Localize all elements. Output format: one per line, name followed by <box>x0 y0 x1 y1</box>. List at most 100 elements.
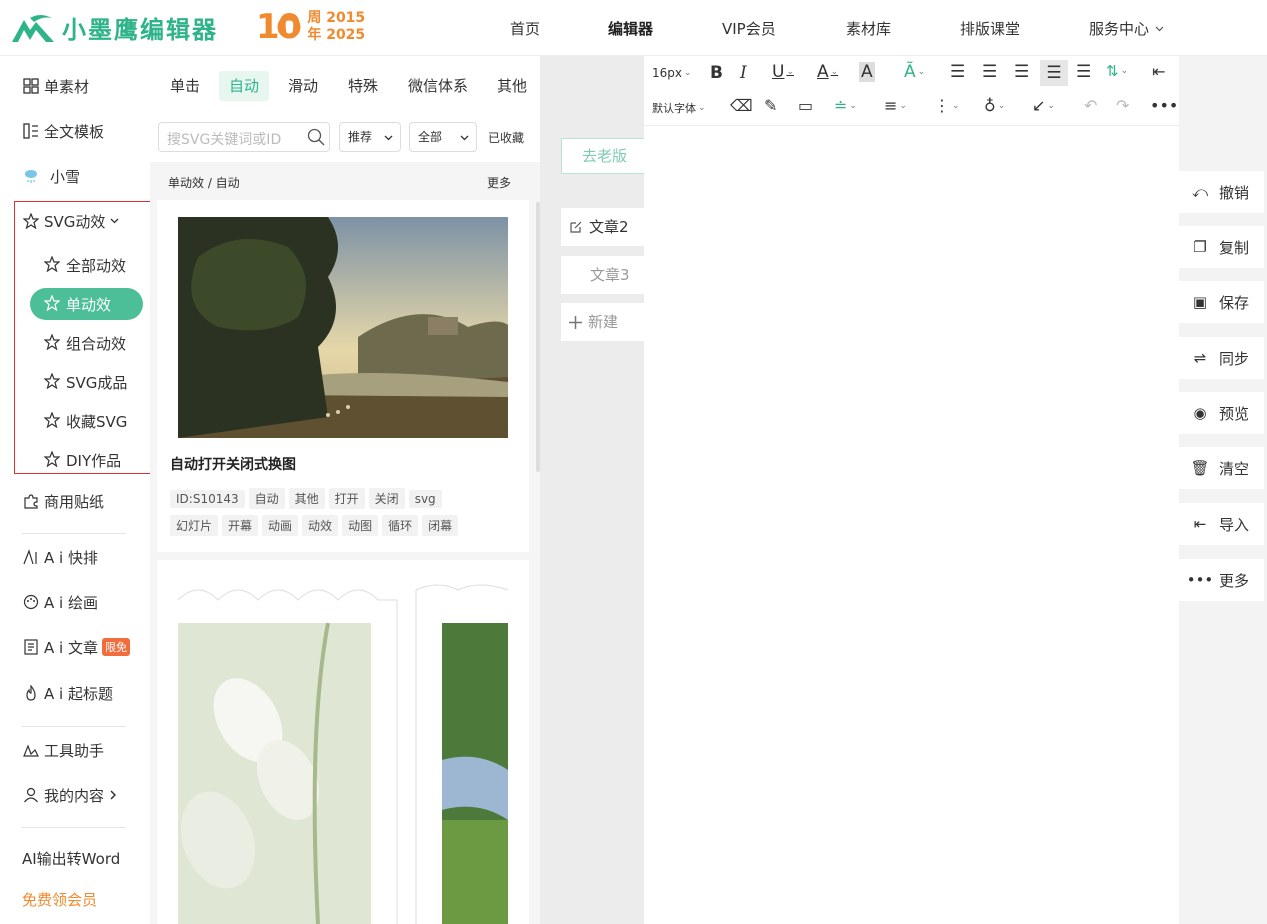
save-button[interactable]: ▣ 保存 <box>1179 281 1264 323</box>
clear-button[interactable]: 🗑︎ 清空 <box>1179 447 1264 489</box>
sidebar-sub-label: 组合动效 <box>66 334 127 353</box>
bulb-icon[interactable]: ♁ ⌄ <box>984 96 1005 115</box>
sidebar-item-ai-title[interactable]: A i 起标题 <box>22 682 113 704</box>
sidebar-item-snow[interactable]: 小雪 <box>22 165 80 187</box>
card-tag[interactable]: 动效 <box>302 515 339 536</box>
search-icon[interactable] <box>307 128 325 146</box>
indent-spacing-icon[interactable]: ⋮ ⌄ <box>934 96 960 115</box>
eraser-icon[interactable]: ⌫ <box>730 96 753 115</box>
sidebar-item-label: 商用贴纸 <box>44 492 105 511</box>
card-tag[interactable]: svg <box>408 490 442 508</box>
sidebar-sub-single-effect[interactable]: 单动效 <box>30 288 143 320</box>
sidebar-sub-combo-effects[interactable]: 组合动效 <box>44 332 126 354</box>
new-article-button[interactable]: 新建 <box>561 303 644 341</box>
scope-select[interactable]: 全部 <box>409 122 477 152</box>
sidebar-item-my-content[interactable]: 我的内容 <box>22 784 117 806</box>
old-version-button[interactable]: 去老版 <box>561 138 644 174</box>
article-item[interactable]: 文章2 <box>561 208 644 246</box>
align-justify-icon[interactable]: ☰ <box>1040 60 1068 86</box>
font-family-select[interactable]: 默认字体 ⌄ <box>652 100 706 116</box>
arrow-icon[interactable]: ↙ ⌄ <box>1032 96 1055 115</box>
logo[interactable]: 小墨鹰编辑器 <box>10 10 218 45</box>
sidebar-sub-diy-works[interactable]: DIY作品 <box>44 449 121 471</box>
divider-icon[interactable]: ≡ ⌄ <box>884 96 907 115</box>
tab-other[interactable]: 其他 <box>487 71 537 101</box>
card-tag[interactable]: 闭幕 <box>422 515 459 536</box>
nav-materials[interactable]: 素材库 <box>846 18 891 39</box>
nav-service[interactable]: 服务中心 <box>1089 18 1164 39</box>
material-card[interactable] <box>157 560 529 924</box>
card-tag[interactable]: 自动 <box>248 488 285 509</box>
editor-canvas[interactable] <box>644 127 1179 924</box>
card-tag[interactable]: 幻灯片 <box>170 515 219 536</box>
sidebar-item-full-template[interactable]: 全文模板 <box>22 120 104 142</box>
sidebar-item-free-vip[interactable]: 免费领会员 <box>22 888 97 910</box>
sidebar-item-ai-layout[interactable]: A i 快排 <box>22 546 98 568</box>
align-right-icon[interactable]: ☰ <box>1014 62 1029 82</box>
sidebar-item-stickers[interactable]: 商用贴纸 <box>22 490 104 512</box>
card-tag[interactable]: 动图 <box>342 515 379 536</box>
sidebar-item-svg-effects[interactable]: SVG动效 <box>22 210 119 232</box>
underline-icon[interactable]: U ⌄ <box>772 62 794 82</box>
tab-auto[interactable]: 自动 <box>219 71 270 101</box>
search-input[interactable]: 搜SVG关键词或ID <box>158 122 330 152</box>
line-height-icon[interactable]: ⇅ ⌄ <box>1106 62 1128 80</box>
more-icon: ••• <box>1186 571 1214 589</box>
clear-format-icon[interactable]: Ã ⌄ <box>904 62 925 82</box>
brush-icon[interactable]: ✎ <box>764 96 777 115</box>
import-button[interactable]: ⇤ 导入 <box>1179 503 1264 545</box>
eagle-logo-icon <box>10 12 56 44</box>
card-tag[interactable]: ID:S10143 <box>170 490 245 508</box>
tab-click[interactable]: 单击 <box>160 71 210 101</box>
font-color-icon[interactable]: A ⌄ <box>817 62 838 82</box>
sort-select[interactable]: 推荐 <box>339 122 401 152</box>
card-tag[interactable]: 循环 <box>382 515 419 536</box>
sidebar-sub-all-effects[interactable]: 全部动效 <box>44 254 126 276</box>
sidebar-item-label: A i 快排 <box>44 548 98 567</box>
tab-slide[interactable]: 滑动 <box>278 71 328 101</box>
article-item[interactable]: 文章3 <box>561 256 644 294</box>
tab-special[interactable]: 特殊 <box>338 71 388 101</box>
sidebar-item-ai-paint[interactable]: A i 绘画 <box>22 591 98 613</box>
card-tag[interactable]: 动画 <box>262 515 299 536</box>
preview-button[interactable]: ◉ 预览 <box>1179 392 1264 434</box>
more-icon[interactable]: ••• <box>1150 96 1178 115</box>
material-card[interactable]: 自动打开关闭式换图 ID:S10143 自动 其他 打开 关闭 svg 幻灯片 开幕 动画 动效动… <box>157 200 529 552</box>
indent-icon[interactable]: ☰ <box>1076 62 1091 82</box>
card-tag[interactable]: 打开 <box>328 488 365 509</box>
align-center-icon[interactable]: ☰ <box>982 62 997 82</box>
card-title: 自动打开关闭式换图 <box>170 457 296 473</box>
sidebar-item-tools[interactable]: 工具助手 <box>22 739 104 761</box>
tab-wechat[interactable]: 微信体系 <box>398 71 478 101</box>
card-tag[interactable]: 开幕 <box>222 515 259 536</box>
sidebar-item-single-material[interactable]: 单素材 <box>22 75 89 97</box>
image-icon[interactable]: ▭ <box>798 96 813 115</box>
highlight-color-icon[interactable]: A <box>859 62 875 82</box>
more-button[interactable]: ••• 更多 <box>1179 559 1264 601</box>
more-link[interactable]: 更多 <box>487 174 511 191</box>
redo-icon[interactable]: ↷ <box>1116 96 1129 115</box>
italic-icon[interactable]: I <box>740 63 747 83</box>
nav-class[interactable]: 排版课堂 <box>960 18 1020 39</box>
nav-vip[interactable]: VIP会员 <box>722 18 776 39</box>
bold-icon[interactable]: B <box>710 63 723 83</box>
nav-editor[interactable]: 编辑器 <box>608 18 653 39</box>
copy-button[interactable]: ❐ 复制 <box>1179 226 1264 268</box>
sync-button[interactable]: ⇌ 同步 <box>1179 337 1264 379</box>
font-size-select[interactable]: 16px ⌄ <box>652 66 692 80</box>
undo-icon[interactable]: ↶ <box>1084 96 1097 115</box>
spacing-icon[interactable]: ≐ ⌄ <box>834 96 857 115</box>
sidebar-item-ai-article[interactable]: A i 文章 限免 <box>22 636 130 658</box>
align-left-icon[interactable]: ☰ <box>950 62 965 82</box>
undo-button[interactable]: ⤺ 撤销 <box>1179 171 1264 213</box>
cloud-snow-icon <box>22 167 40 185</box>
card-tag[interactable]: 其他 <box>288 488 325 509</box>
sidebar-sub-svg-products[interactable]: SVG成品 <box>44 371 127 393</box>
import-line-icon[interactable]: ⇤ <box>1152 62 1165 81</box>
sidebar-sub-favorite-svg[interactable]: 收藏SVG <box>44 410 127 432</box>
favorites-filter[interactable]: 已收藏 <box>488 129 524 146</box>
sidebar-item-label: SVG动效 <box>44 212 106 231</box>
card-tag[interactable]: 关闭 <box>368 488 405 509</box>
nav-home[interactable]: 首页 <box>510 18 540 39</box>
sidebar-item-word-export[interactable]: AI输出转Word <box>22 847 120 869</box>
